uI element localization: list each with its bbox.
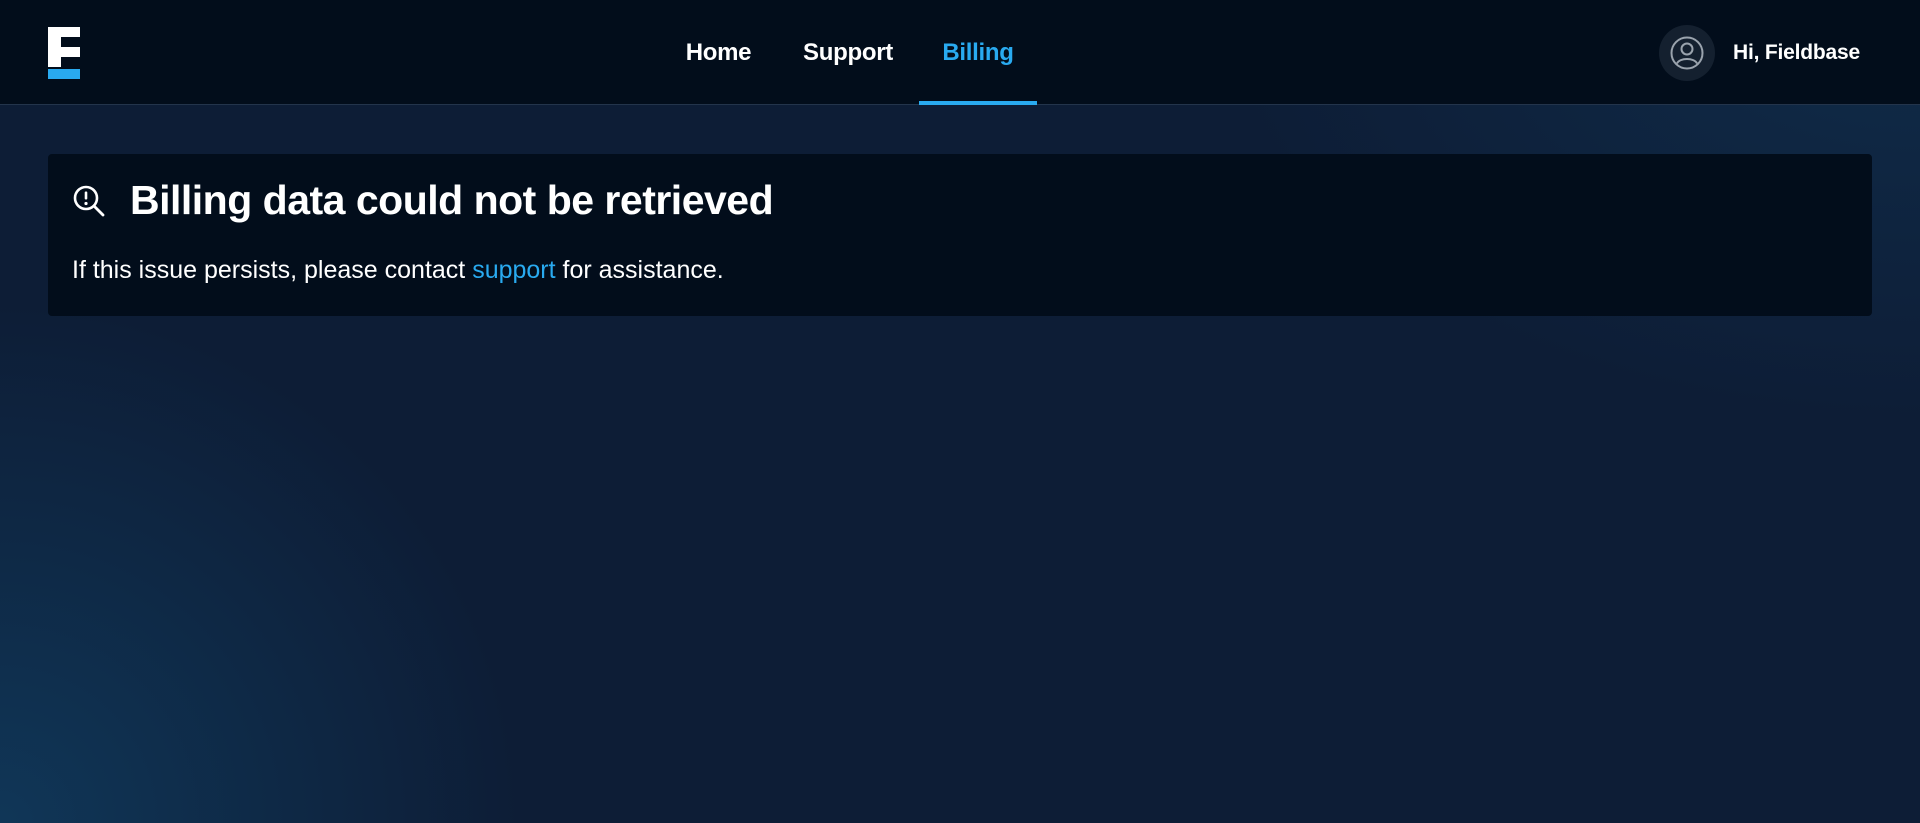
- active-tab-indicator: [919, 101, 1037, 105]
- nav-item-billing-label: Billing: [942, 38, 1014, 66]
- error-message: If this issue persists, please contact s…: [72, 254, 724, 287]
- avatar[interactable]: [1659, 24, 1716, 81]
- error-message-suffix: for assistance.: [555, 256, 724, 284]
- user-greeting: Hi, Fieldbase: [1733, 40, 1860, 64]
- top-navigation-bar: Home Support Billing Hi, Fieldbase: [0, 0, 1920, 105]
- main-nav: Home Support Billing: [0, 0, 1920, 105]
- support-link[interactable]: support: [472, 256, 555, 284]
- nav-item-home-label: Home: [685, 38, 752, 66]
- nav-item-support[interactable]: Support: [792, 0, 904, 105]
- user-menu[interactable]: Hi, Fieldbase: [1659, 0, 1860, 105]
- search-alert-icon: [73, 185, 105, 216]
- nav-item-home[interactable]: Home: [670, 0, 767, 105]
- error-card-header: Billing data could not be retrieved: [72, 176, 774, 225]
- nav-item-billing[interactable]: Billing: [919, 0, 1037, 105]
- nav-item-support-label: Support: [803, 38, 893, 66]
- user-circle-icon: [1670, 36, 1704, 69]
- error-message-prefix: If this issue persists, please contact: [72, 256, 473, 284]
- error-title: Billing data could not be retrieved: [130, 177, 774, 223]
- error-card: Billing data could not be retrieved If t…: [48, 154, 1872, 316]
